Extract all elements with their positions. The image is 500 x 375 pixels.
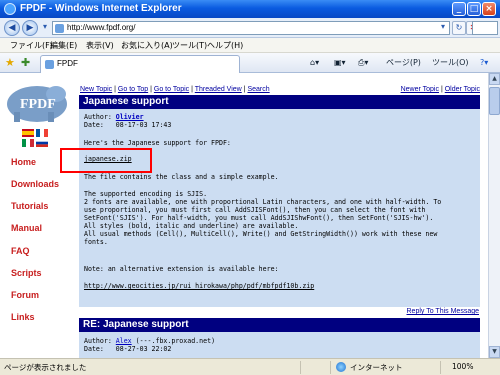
post-line: The supported encoding is SJIS. <box>84 190 208 198</box>
close-button[interactable]: × <box>482 2 496 16</box>
menu-file[interactable]: ファイル(F) <box>10 40 53 51</box>
reply-area: Reply To This Message <box>407 308 480 315</box>
logo-text: FPDF <box>20 97 56 112</box>
nav-forum[interactable]: Forum <box>11 290 39 300</box>
menu-favorites[interactable]: お気に入り(A) <box>121 40 173 51</box>
vertical-scrollbar[interactable]: ▲ ▼ <box>488 73 500 358</box>
favorites-star-icon[interactable]: ★ <box>5 57 17 69</box>
dropdown-icon[interactable]: ▾ <box>38 21 52 35</box>
menu-view[interactable]: 表示(V) <box>86 40 114 51</box>
nav-tutorials[interactable]: Tutorials <box>11 201 48 211</box>
post-line: All styles (bold, italic and underline) … <box>84 222 299 230</box>
flag-spain-icon[interactable] <box>22 129 34 137</box>
window-title: FPDF - Windows Internet Explorer <box>20 3 182 14</box>
tab-command-bar: ★ ✚ FPDF ⌂▾ ▣▾ ⎙▾ ページ(P) ツール(O) ?▾ <box>0 53 500 73</box>
reply-date-line: Date: 08-27-03 22:02 <box>84 345 172 353</box>
post-intro: Here's the Japanese support for FPDF: <box>84 139 231 147</box>
tab-favicon-icon <box>45 60 54 69</box>
flag-france-icon[interactable] <box>36 129 48 137</box>
zoom-level[interactable]: 100% <box>452 362 473 371</box>
author-link[interactable]: Olivier <box>116 113 144 121</box>
threaded-view-link[interactable]: Threaded View <box>195 86 242 93</box>
new-topic-link[interactable]: New Topic <box>80 86 112 93</box>
add-favorite-icon[interactable]: ✚ <box>21 57 33 69</box>
address-input[interactable]: http://www.fpdf.org/ <box>52 21 450 35</box>
post-body: Author: Olivier Date: 08-17-03 17:43 Her… <box>79 109 480 307</box>
internet-zone-icon <box>336 362 346 372</box>
nav-links[interactable]: Links <box>11 312 35 322</box>
address-value: http://www.fpdf.org/ <box>67 23 136 32</box>
tools-menu[interactable]: ツール(O) <box>432 57 469 69</box>
go-to-topic-link[interactable]: Go to Topic <box>154 86 189 93</box>
nav-downloads[interactable]: Downloads <box>11 179 59 189</box>
go-to-top-link[interactable]: Go to Top <box>118 86 148 93</box>
print-icon[interactable]: ⎙▾ <box>358 57 368 69</box>
search-link[interactable]: Search <box>247 86 269 93</box>
scroll-thumb[interactable] <box>489 87 500 115</box>
page-viewport: FPDF Home Downloads Tutorials Manual FAQ… <box>0 73 488 358</box>
ie-logo-icon <box>4 3 16 15</box>
menu-help[interactable]: ヘルプ(H) <box>207 40 243 51</box>
home-icon[interactable]: ⌂▾ <box>310 57 319 69</box>
page-favicon-icon <box>55 24 64 33</box>
reply-post-body: Author: Alex (---.fbx.proxad.net) Date: … <box>79 332 480 358</box>
post-line: SetFont('SJIS'). For half-width, you mus… <box>84 214 434 222</box>
post-line: use proportional, you must first call Ad… <box>84 206 426 214</box>
status-text: ページが表示されました <box>4 363 87 372</box>
back-icon[interactable]: ◀ <box>4 20 20 36</box>
post-alt-note: Note: an alternative extension is availa… <box>84 265 279 273</box>
reply-to-message-link[interactable]: Reply To This Message <box>407 308 480 315</box>
scroll-down-icon[interactable]: ▼ <box>489 346 500 358</box>
post-contains-text: The file contains the class and a simple… <box>84 173 279 181</box>
refresh-icon[interactable]: ↻ <box>452 21 466 35</box>
post-author-line: Author: Olivier <box>84 113 144 121</box>
feeds-icon[interactable]: ▣▾ <box>334 57 346 69</box>
scroll-up-icon[interactable]: ▲ <box>489 73 500 85</box>
fpdf-logo: FPDF <box>7 86 67 122</box>
newer-topic-link[interactable]: Newer Topic <box>401 86 439 93</box>
reply-author-line: Author: Alex (---.fbx.proxad.net) <box>84 337 216 345</box>
menu-tools[interactable]: ツール(T) <box>172 40 207 51</box>
nav-scripts[interactable]: Scripts <box>11 268 42 278</box>
post-line: fonts. <box>84 238 108 246</box>
nav-faq[interactable]: FAQ <box>11 246 30 256</box>
help-icon[interactable]: ?▾ <box>480 57 488 69</box>
window-titlebar: FPDF - Windows Internet Explorer _ □ × <box>0 0 500 18</box>
post-title: Japanese support <box>79 95 480 109</box>
post-line: 2 fonts are available, one with proporti… <box>84 198 442 206</box>
flag-russia-icon[interactable] <box>36 139 48 147</box>
nav-home[interactable]: Home <box>11 157 36 167</box>
tab-fpdf[interactable]: FPDF <box>40 55 240 73</box>
older-topic-link[interactable]: Older Topic <box>445 86 480 93</box>
menu-edit[interactable]: 編集(E) <box>50 40 77 51</box>
search-input[interactable] <box>472 21 498 35</box>
address-dropdown-icon[interactable]: ▾ <box>436 21 450 35</box>
page-menu[interactable]: ページ(P) <box>386 57 421 69</box>
flag-italy-icon[interactable] <box>22 139 34 147</box>
nav-manual[interactable]: Manual <box>11 223 42 233</box>
forward-icon[interactable]: ▶ <box>22 20 38 36</box>
post-date-line: Date: 08-17-03 17:43 <box>84 121 172 129</box>
minimize-button[interactable]: _ <box>452 2 466 16</box>
address-bar: ◀ ▶ ▾ http://www.fpdf.org/ ▾ ↻ ✕ <box>0 18 500 38</box>
security-zone-text: インターネット <box>350 363 403 372</box>
highlight-annotation <box>60 148 152 173</box>
reply-author-link[interactable]: Alex <box>116 337 132 345</box>
menu-bar: ファイル(F) 編集(E) 表示(V) お気に入り(A) ツール(T) ヘルプ(… <box>0 38 500 53</box>
maximize-button[interactable]: □ <box>467 2 481 16</box>
reply-post-title: RE: Japanese support <box>79 318 480 332</box>
post-line: All usual methods (Cell(), MultiCell(), … <box>84 230 438 238</box>
status-bar: ページが表示されました インターネット 100% <box>0 358 500 375</box>
alternative-extension-link[interactable]: http://www.geocities.jp/rui_hirokawa/php… <box>84 282 314 290</box>
tab-label: FPDF <box>57 59 78 68</box>
